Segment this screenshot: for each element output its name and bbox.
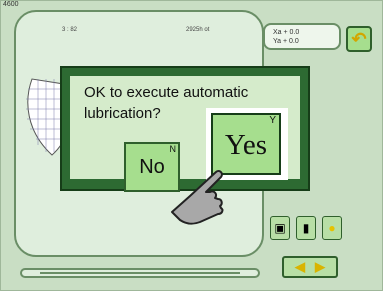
- right-arrow-icon: ▶: [315, 259, 325, 274]
- light-bulb-icon: ●: [328, 221, 336, 235]
- left-arrow-icon: ◀: [295, 259, 305, 274]
- yes-key-hint: Y: [269, 115, 276, 126]
- stitch-counter: 3 : 82: [62, 27, 78, 33]
- slider-track: [40, 272, 240, 274]
- pointing-hand-icon: [171, 169, 224, 225]
- left-right-arrows-button[interactable]: ◀ ▶: [282, 256, 338, 278]
- screen-code: 4600: [3, 1, 19, 8]
- machine-hours: 2925h ot: [186, 27, 210, 33]
- y-coordinate: Ya + 0.0: [273, 38, 299, 45]
- monitor-button[interactable]: ▣: [270, 216, 290, 240]
- light-button[interactable]: ●: [322, 216, 342, 240]
- thread-button[interactable]: ▮: [296, 216, 316, 240]
- coordinate-readout: Xa + 0.0 Ya + 0.0: [263, 23, 341, 50]
- thread-icon: ▮: [302, 221, 310, 235]
- return-button[interactable]: ↶: [346, 26, 372, 52]
- undo-icon: ↶: [351, 28, 367, 49]
- x-coordinate: Xa + 0.0: [273, 29, 300, 36]
- monitor-icon: ▣: [274, 221, 286, 235]
